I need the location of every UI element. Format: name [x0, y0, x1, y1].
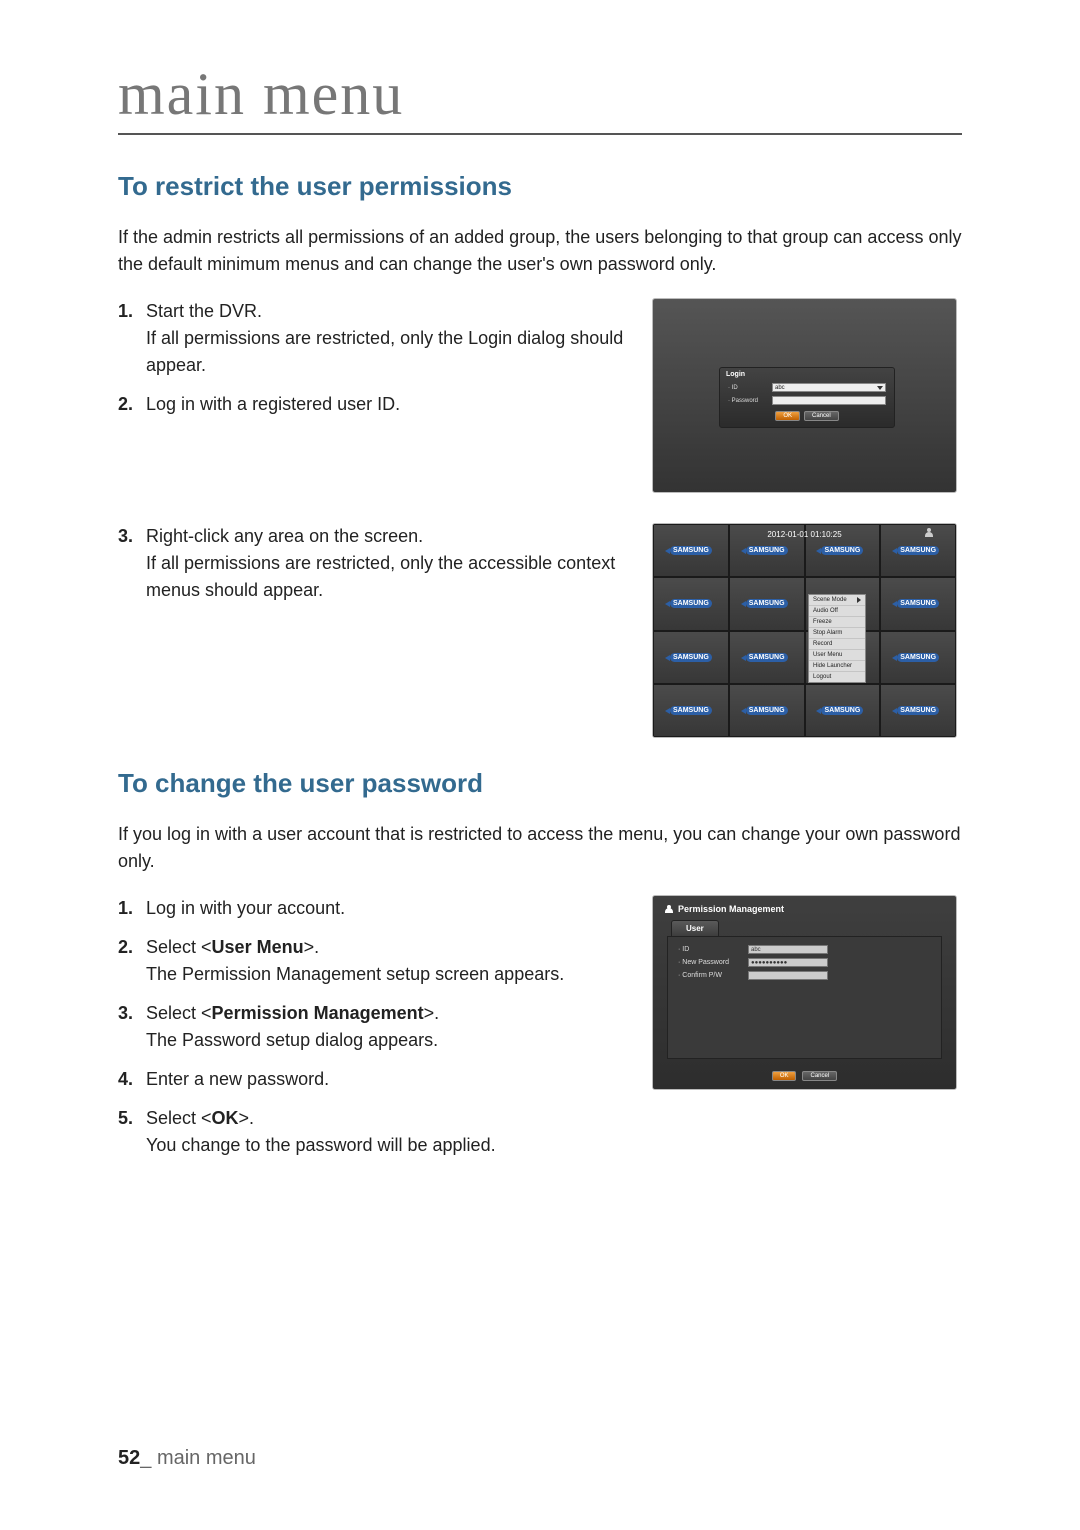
login-ok-button[interactable]: OK: [775, 411, 800, 421]
login-cancel-button[interactable]: Cancel: [804, 411, 839, 421]
step-3: Right-click any area on the screen. If a…: [118, 523, 632, 604]
login-id-value: abc: [775, 385, 785, 391]
step-text: Start the DVR.: [146, 301, 262, 321]
login-id-dropdown[interactable]: abc: [772, 383, 886, 392]
page-number: 52: [118, 1447, 140, 1469]
pm-newpw-input[interactable]: ●●●●●●●●●●: [748, 958, 828, 967]
step-text: Log in with a registered user ID.: [146, 394, 400, 414]
login-password-label: · Password: [728, 398, 772, 404]
ctx-record[interactable]: Record: [809, 639, 865, 650]
cell-logo: SAMSUNG: [670, 599, 712, 608]
chapter-title: main menu: [118, 60, 962, 135]
step-text: Right-click any area on the screen.: [146, 526, 423, 546]
cell-logo: SAMSUNG: [897, 546, 939, 555]
cell-logo: SAMSUNG: [670, 546, 712, 555]
cell-logo: SAMSUNG: [670, 653, 712, 662]
step-text: Select <Permission Management>.: [146, 1003, 439, 1023]
ctx-user-menu[interactable]: User Menu: [809, 650, 865, 661]
pm-confirm-label: · Confirm P/W: [678, 972, 748, 979]
cell-logo: SAMSUNG: [746, 653, 788, 662]
ctx-stop-alarm[interactable]: Stop Alarm: [809, 628, 865, 639]
section1-steps-b: Right-click any area on the screen. If a…: [118, 523, 632, 604]
pm-confirm-input[interactable]: [748, 971, 828, 980]
section1-steps: Start the DVR. If all permissions are re…: [118, 298, 632, 418]
pm-header: Permission Management: [665, 904, 784, 914]
step-sub: The Permission Management setup screen a…: [146, 961, 632, 988]
pm-ok-button[interactable]: OK: [772, 1071, 797, 1081]
step-sub: If all permissions are restricted, only …: [146, 325, 632, 379]
step-b1: Log in with your account.: [118, 895, 632, 922]
cell-logo: SAMSUNG: [821, 706, 863, 715]
step-text: Select <OK>.: [146, 1108, 254, 1128]
pm-cancel-button[interactable]: Cancel: [802, 1071, 837, 1081]
ctx-logout[interactable]: Logout: [809, 672, 865, 682]
login-password-input[interactable]: [772, 396, 886, 405]
cell-logo: SAMSUNG: [897, 706, 939, 715]
timestamp: 2012-01-01 01:10:25: [767, 530, 841, 539]
step-text: Enter a new password.: [146, 1069, 329, 1089]
login-id-label: · ID: [728, 385, 772, 391]
cell-logo: SAMSUNG: [897, 599, 939, 608]
ctx-scene-mode[interactable]: Scene Mode: [809, 595, 865, 606]
ctx-freeze[interactable]: Freeze: [809, 617, 865, 628]
cell-logo: SAMSUNG: [746, 706, 788, 715]
step-sub: You change to the password will be appli…: [146, 1132, 632, 1159]
user-icon: [665, 905, 673, 913]
cell-logo: SAMSUNG: [897, 653, 939, 662]
login-title: Login: [720, 368, 894, 381]
user-icon: [924, 528, 934, 538]
permission-mgmt-screenshot: Permission Management User · ID abc · Ne…: [652, 895, 957, 1090]
step-b5: Select <OK>. You change to the password …: [118, 1105, 632, 1159]
chevron-down-icon: [877, 386, 883, 390]
context-menu: Scene Mode Audio Off Freeze Stop Alarm R…: [808, 594, 866, 683]
step-text: Select <User Menu>.: [146, 937, 319, 957]
step-sub: The Password setup dialog appears.: [146, 1027, 632, 1054]
pm-newpw-label: · New Password: [678, 959, 748, 966]
step-b2: Select <User Menu>. The Permission Manag…: [118, 934, 632, 988]
chevron-right-icon: [857, 597, 861, 603]
ctx-audio-off[interactable]: Audio Off: [809, 606, 865, 617]
step-sub: If all permissions are restricted, only …: [146, 550, 632, 604]
ctx-hide-launcher[interactable]: Hide Launcher: [809, 661, 865, 672]
step-2: Log in with a registered user ID.: [118, 391, 632, 418]
section2-intro: If you log in with a user account that i…: [118, 821, 962, 875]
section1-title: To restrict the user permissions: [118, 171, 962, 202]
login-dialog: Login · ID abc · Password OK: [719, 367, 895, 428]
pm-id-label: · ID: [678, 946, 748, 953]
cell-logo: SAMSUNG: [821, 546, 863, 555]
context-menu-screenshot: SAMSUNG SAMSUNG SAMSUNG SAMSUNG SAMSUNG …: [652, 523, 957, 738]
camera-grid: SAMSUNG SAMSUNG SAMSUNG SAMSUNG SAMSUNG …: [653, 524, 956, 737]
pm-tab-user[interactable]: User: [671, 920, 719, 936]
step-1: Start the DVR. If all permissions are re…: [118, 298, 632, 379]
section1-intro: If the admin restricts all permissions o…: [118, 224, 962, 278]
step-text: Log in with your account.: [146, 898, 345, 918]
cell-logo: SAMSUNG: [746, 599, 788, 608]
pm-title: Permission Management: [678, 904, 784, 914]
page-footer: 52_ main menu: [118, 1447, 256, 1470]
cell-logo: SAMSUNG: [670, 706, 712, 715]
step-b4: Enter a new password.: [118, 1066, 632, 1093]
footer-label: main menu: [157, 1447, 256, 1469]
step-b3: Select <Permission Management>. The Pass…: [118, 1000, 632, 1054]
login-screenshot: Login · ID abc · Password OK: [652, 298, 957, 493]
section2-steps: Log in with your account. Select <User M…: [118, 895, 632, 1159]
section2-title: To change the user password: [118, 768, 962, 799]
cell-logo: SAMSUNG: [746, 546, 788, 555]
pm-id-input[interactable]: abc: [748, 945, 828, 954]
